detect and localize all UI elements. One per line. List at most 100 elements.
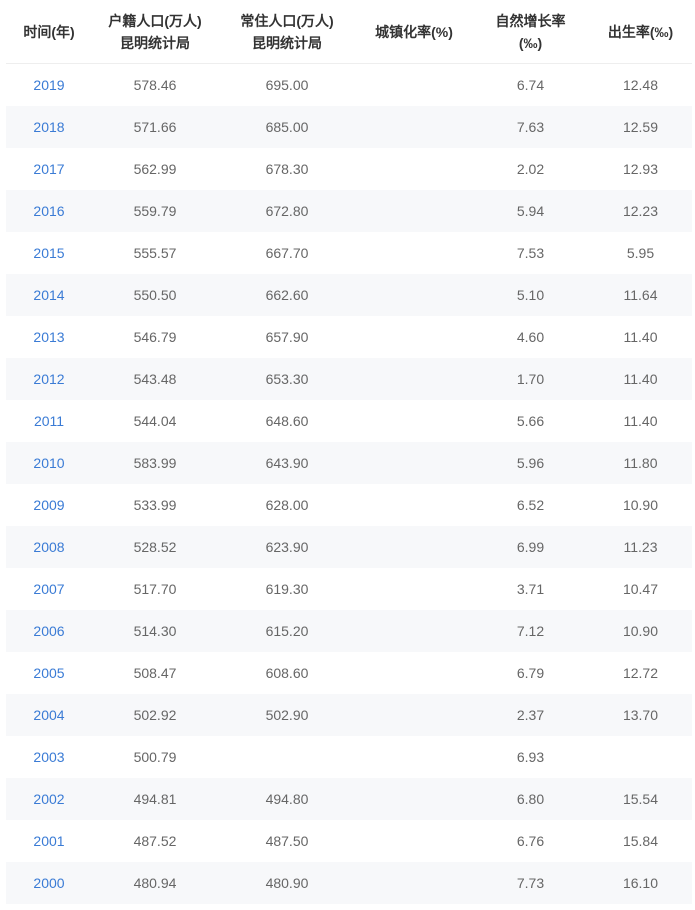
table-row: 2006 514.30 615.20 7.12 10.90 [6,610,692,652]
registered-population-cell: 544.04 [133,413,177,429]
table-row: 2003 500.79 6.93 [6,736,692,778]
resident-population-cell: 608.60 [265,665,309,681]
year-link[interactable]: 2012 [6,371,92,387]
natural-growth-rate-cell: 4.60 [516,329,545,345]
natural-growth-rate-cell: 2.02 [516,161,545,177]
table-row: 2018 571.66 685.00 7.63 12.59 [6,106,692,148]
birth-rate-cell: 10.90 [622,623,659,639]
year-link[interactable]: 2018 [6,119,92,135]
table-row: 2000 480.94 480.90 7.73 16.10 [6,862,692,904]
year-link[interactable]: 2002 [6,791,92,807]
natural-growth-rate-cell: 6.93 [516,749,545,765]
year-link[interactable]: 2013 [6,329,92,345]
registered-population-cell: 562.99 [133,161,177,177]
year-link[interactable]: 2003 [6,749,92,765]
registered-population-cell: 559.79 [133,203,177,219]
registered-population-cell: 480.94 [133,875,177,891]
column-header-label: 出生率(‰) [607,23,674,40]
year-link[interactable]: 2015 [6,245,92,261]
birth-rate-cell: 12.59 [622,119,659,135]
year-link[interactable]: 2000 [6,875,92,891]
registered-population-cell: 571.66 [133,119,177,135]
birth-rate-cell: 16.10 [622,875,659,891]
resident-population-cell: 615.20 [265,623,309,639]
birth-rate-cell: 11.40 [623,329,658,345]
natural-growth-rate-cell: 3.71 [516,581,545,597]
column-header-natural-growth-rate: 自然增长率 (‰) [472,0,589,63]
resident-population-cell: 623.90 [265,539,309,555]
column-header-registered-population: 户籍人口(万人) 昆明统计局 [92,0,218,63]
birth-rate-cell: 15.54 [622,791,659,807]
table-row: 2005 508.47 608.60 6.79 12.72 [6,652,692,694]
registered-population-cell: 528.52 [133,539,177,555]
column-header-urbanization-rate: 城镇化率(%) [356,0,472,63]
resident-population-cell: 678.30 [265,161,309,177]
resident-population-cell: 619.30 [265,581,309,597]
year-link[interactable]: 2007 [6,581,92,597]
natural-growth-rate-cell: 7.12 [516,623,545,639]
registered-population-cell: 578.46 [133,77,177,93]
natural-growth-rate-cell: 6.52 [516,497,545,513]
year-link[interactable]: 2017 [6,161,92,177]
table-row: 2015 555.57 667.70 7.53 5.95 [6,232,692,274]
table-row: 2011 544.04 648.60 5.66 11.40 [6,400,692,442]
table-row: 2017 562.99 678.30 2.02 12.93 [6,148,692,190]
registered-population-cell: 514.30 [133,623,177,639]
natural-growth-rate-cell: 5.10 [516,287,545,303]
birth-rate-cell: 10.90 [622,497,659,513]
column-header-year: 时间(年) [6,0,92,63]
registered-population-cell: 550.50 [133,287,177,303]
year-link[interactable]: 2019 [6,77,92,93]
table-row: 2013 546.79 657.90 4.60 11.40 [6,316,692,358]
birth-rate-cell: 15.84 [622,833,659,849]
population-table: 时间(年) 户籍人口(万人) 昆明统计局 常住人口(万人) 昆明统计局 城镇化率… [6,0,692,904]
resident-population-cell: 628.00 [265,497,309,513]
year-link[interactable]: 2004 [6,707,92,723]
column-header-label: 户籍人口(万人) [108,12,202,29]
birth-rate-cell: 11.40 [623,413,658,429]
natural-growth-rate-cell: 2.37 [516,707,545,723]
birth-rate-cell: 11.80 [623,455,658,471]
year-link[interactable]: 2011 [6,413,92,429]
table-row: 2012 543.48 653.30 1.70 11.40 [6,358,692,400]
year-link[interactable]: 2014 [6,287,92,303]
resident-population-cell: 502.90 [265,707,309,723]
natural-growth-rate-cell: 7.53 [516,245,545,261]
year-link[interactable]: 2009 [6,497,92,513]
table-row: 2019 578.46 695.00 6.74 12.48 [6,64,692,106]
column-header-label: 常住人口(万人) [240,12,334,29]
column-header-label: 自然增长率 [495,12,566,29]
birth-rate-cell: 13.70 [622,707,659,723]
resident-population-cell: 685.00 [265,119,309,135]
birth-rate-cell: 12.93 [622,161,659,177]
natural-growth-rate-cell: 6.74 [516,77,545,93]
table-row: 2004 502.92 502.90 2.37 13.70 [6,694,692,736]
natural-growth-rate-cell: 5.66 [516,413,545,429]
year-link[interactable]: 2008 [6,539,92,555]
resident-population-cell: 657.90 [265,329,309,345]
resident-population-cell: 672.80 [265,203,309,219]
registered-population-cell: 543.48 [133,371,177,387]
resident-population-cell: 487.50 [265,833,309,849]
column-header-source: 昆明统计局 [120,34,190,51]
birth-rate-cell: 10.47 [622,581,659,597]
natural-growth-rate-cell: 6.80 [516,791,545,807]
column-header-unit: (‰) [518,34,543,51]
column-header-label: 时间(年) [23,23,75,40]
table-row: 2010 583.99 643.90 5.96 11.80 [6,442,692,484]
resident-population-cell: 480.90 [265,875,309,891]
year-link[interactable]: 2005 [6,665,92,681]
resident-population-cell: 494.80 [265,791,309,807]
year-link[interactable]: 2016 [6,203,92,219]
year-link[interactable]: 2010 [6,455,92,471]
year-link[interactable]: 2006 [6,623,92,639]
column-header-resident-population: 常住人口(万人) 昆明统计局 [218,0,356,63]
year-link[interactable]: 2001 [6,833,92,849]
resident-population-cell: 653.30 [265,371,309,387]
registered-population-cell: 555.57 [133,245,177,261]
natural-growth-rate-cell: 6.99 [516,539,545,555]
column-header-label: 城镇化率(%) [375,23,453,40]
resident-population-cell: 695.00 [265,77,309,93]
birth-rate-cell: 11.64 [623,287,658,303]
registered-population-cell: 517.70 [133,581,177,597]
